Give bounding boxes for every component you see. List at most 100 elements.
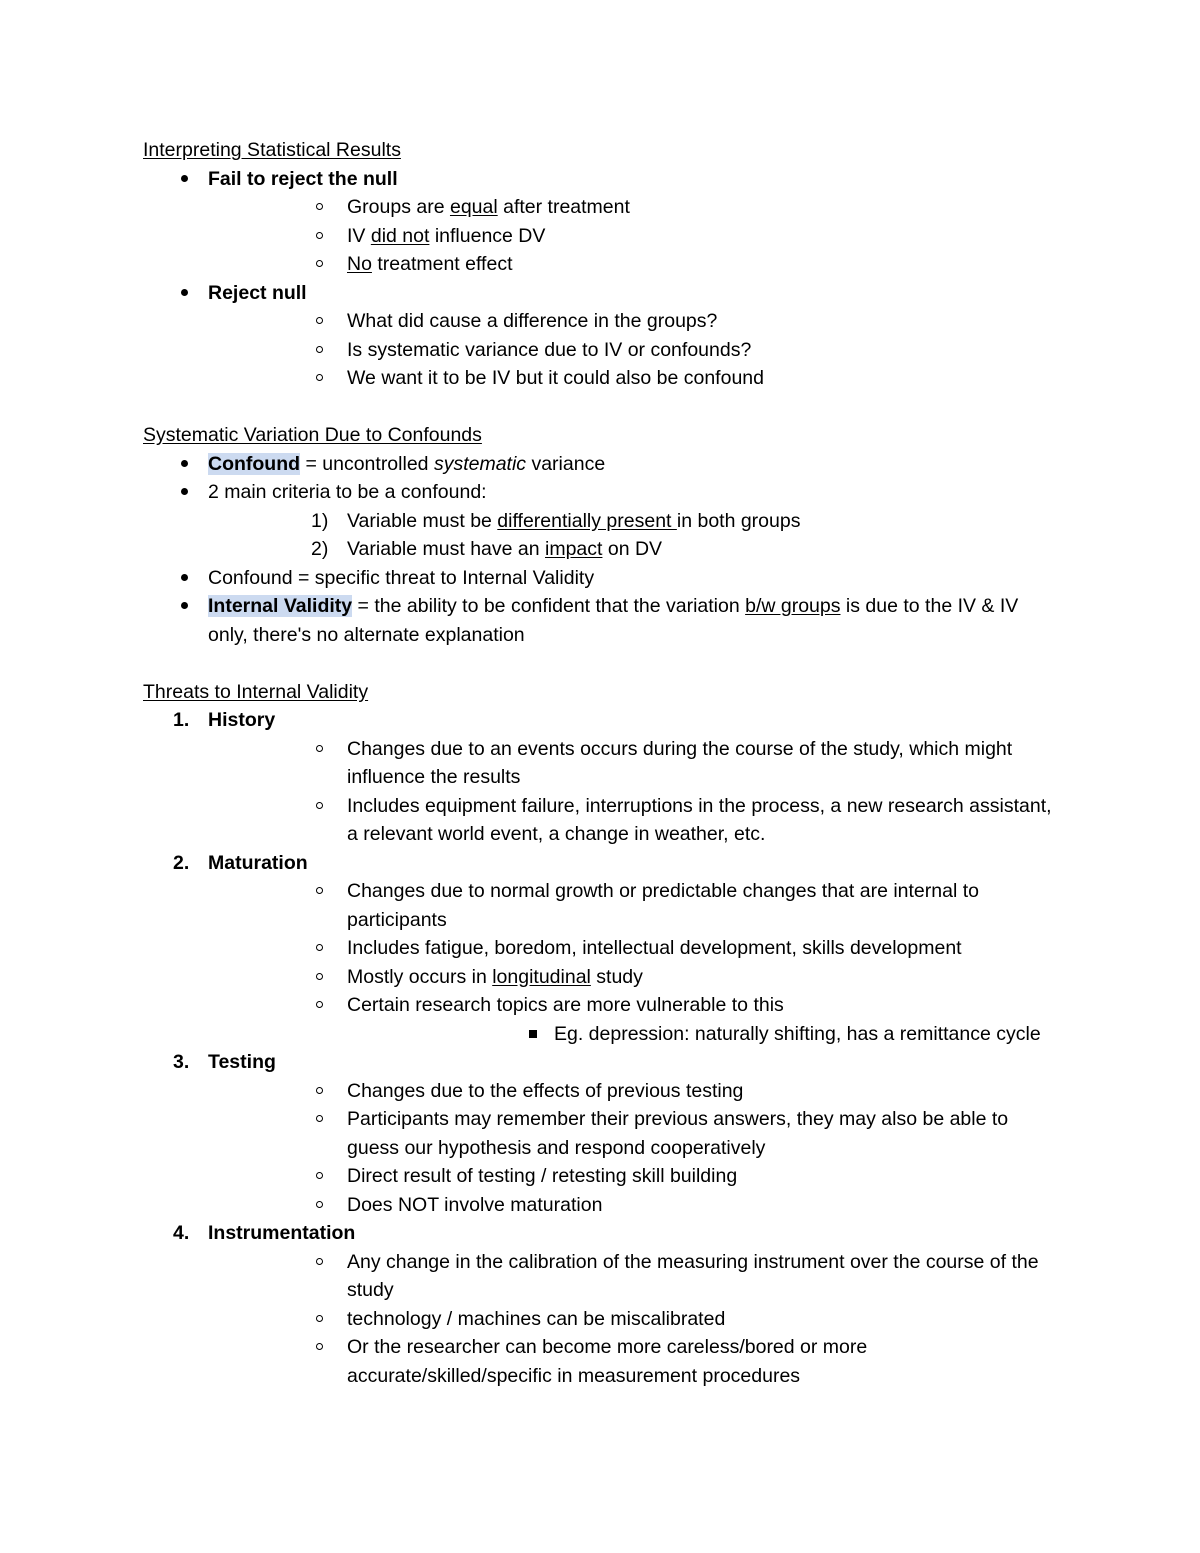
bullet-marker-icon: [181, 165, 195, 194]
circle-bullet-icon: [316, 1305, 332, 1334]
list-number-marker: 1.: [173, 709, 190, 731]
list-item-label: Confound = uncontrolled systematic varia…: [208, 452, 606, 475]
list-item-label: Direct result of testing / retesting ski…: [347, 1165, 738, 1187]
list-item-label: Reject null: [208, 281, 307, 304]
list-item: We want it to be IV but it could also be…: [208, 364, 1060, 393]
list-item: Fail to reject the null Groups are equal…: [143, 165, 1060, 279]
circle-bullet-icon: [316, 1105, 332, 1134]
highlighted-term-internal-validity: Internal Validity: [208, 595, 353, 617]
list-item-label: Includes fatigue, boredom, intellectual …: [347, 937, 962, 959]
list-item-label: Changes due to normal growth or predicta…: [347, 880, 979, 931]
list-item-label: Fail to reject the null: [208, 167, 398, 190]
list-item-label: IV did not influence DV: [347, 224, 546, 247]
list-item: 1) Variable must be differentially prese…: [208, 507, 1060, 536]
list-item: Direct result of testing / retesting ski…: [208, 1162, 1060, 1191]
list-item-label: Participants may remember their previous…: [347, 1108, 1009, 1159]
bullet-marker-icon: [181, 478, 195, 507]
list-item: 2. Maturation Changes due to normal grow…: [143, 849, 1060, 1049]
list-number-marker: 3.: [173, 1051, 190, 1073]
circle-bullet-icon: [316, 934, 332, 963]
bullet-marker-icon: [181, 279, 195, 308]
bullet-marker-icon: [181, 564, 195, 593]
bullet-list-level-3: Eg. depression: naturally shifting, has …: [347, 1020, 1060, 1049]
list-item: Includes fatigue, boredom, intellectual …: [208, 934, 1060, 963]
list-item: Does NOT involve maturation: [208, 1191, 1060, 1220]
bullet-list-level-2: Any change in the calibration of the mea…: [208, 1248, 1060, 1391]
circle-bullet-icon: [316, 364, 332, 393]
list-item: Includes equipment failure, interruption…: [208, 792, 1060, 849]
circle-bullet-icon: [316, 1333, 332, 1362]
bullet-list-level-2: Groups are equal after treatment IV did …: [208, 193, 1060, 279]
list-item: Mostly occurs in longitudinal study: [208, 963, 1060, 992]
list-item-label: Does NOT involve maturation: [347, 1193, 603, 1216]
section-heading: Systematic Variation Due to Confounds: [143, 424, 482, 446]
list-item: Or the researcher can become more carele…: [208, 1333, 1060, 1390]
list-number-marker: 4.: [173, 1222, 190, 1244]
circle-bullet-icon: [316, 1162, 332, 1191]
list-item-label: Or the researcher can become more carele…: [347, 1336, 868, 1387]
list-item: Certain research topics are more vulnera…: [208, 991, 1060, 1048]
list-item-label: Changes due to an events occurs during t…: [347, 737, 1013, 789]
list-item-label: 2 main criteria to be a confound:: [208, 481, 487, 503]
bullet-list-level-2: What did cause a difference in the group…: [208, 307, 1060, 393]
bullet-list-level-1: Fail to reject the null Groups are equal…: [143, 165, 1060, 393]
list-item: technology / machines can be miscalibrat…: [208, 1305, 1060, 1334]
list-item: Internal Validity = the ability to be co…: [143, 592, 1060, 649]
list-item: Changes due to an events occurs during t…: [208, 735, 1060, 792]
bullet-list-level-2: Changes due to an events occurs during t…: [208, 735, 1060, 849]
section-threats-to-internal-validity: Threats to Internal Validity 1. History …: [143, 678, 1060, 1391]
list-item-label: Is systematic variance due to IV or conf…: [347, 338, 752, 361]
list-item: No treatment effect: [208, 250, 1060, 279]
list-number-marker: 1): [311, 509, 329, 532]
list-item: Groups are equal after treatment: [208, 193, 1060, 222]
highlighted-term-confound: Confound: [208, 452, 301, 475]
circle-bullet-icon: [316, 877, 332, 906]
list-item-label: Confound = specific threat to Internal V…: [208, 566, 595, 589]
list-item: IV did not influence DV: [208, 222, 1060, 251]
circle-bullet-icon: [316, 792, 332, 821]
list-number-marker: 2): [311, 538, 329, 560]
bullet-marker-icon: [181, 592, 195, 621]
circle-bullet-icon: [316, 991, 332, 1020]
list-item-label: technology / machines can be miscalibrat…: [347, 1307, 726, 1330]
list-item-label: Groups are equal after treatment: [347, 196, 630, 218]
list-number-marker: 2.: [173, 851, 190, 874]
list-item-label: Includes equipment failure, interruption…: [347, 794, 1052, 846]
list-item-label: Maturation: [208, 851, 308, 874]
section-heading: Threats to Internal Validity: [143, 680, 369, 703]
list-item-label: Eg. depression: naturally shifting, has …: [554, 1022, 1041, 1045]
list-item: Changes due to the effects of previous t…: [208, 1077, 1060, 1106]
numbered-list-level-2: 1) Variable must be differentially prese…: [208, 507, 1060, 564]
bullet-marker-icon: [181, 450, 195, 479]
list-item: Is systematic variance due to IV or conf…: [208, 336, 1060, 365]
list-item-label: Testing: [208, 1051, 276, 1073]
list-item: 2) Variable must have an impact on DV: [208, 535, 1060, 564]
list-item: 2 main criteria to be a confound: 1) Var…: [143, 478, 1060, 564]
list-item: Confound = uncontrolled systematic varia…: [143, 450, 1060, 479]
circle-bullet-icon: [316, 1077, 332, 1106]
section-interpreting-statistical-results: Interpreting Statistical Results Fail to…: [143, 136, 1060, 393]
list-item-label: Changes due to the effects of previous t…: [347, 1079, 744, 1102]
square-bullet-icon: [529, 1020, 543, 1049]
circle-bullet-icon: [316, 307, 332, 336]
list-item: 1. History Changes due to an events occu…: [143, 706, 1060, 849]
list-item: Participants may remember their previous…: [208, 1105, 1060, 1162]
list-item-label: We want it to be IV but it could also be…: [347, 367, 764, 389]
circle-bullet-icon: [316, 963, 332, 992]
numbered-list-level-1: 1. History Changes due to an events occu…: [143, 706, 1060, 1390]
list-item: What did cause a difference in the group…: [208, 307, 1060, 336]
circle-bullet-icon: [316, 250, 332, 279]
list-item-label: Certain research topics are more vulnera…: [347, 994, 784, 1016]
list-item: 4. Instrumentation Any change in the cal…: [143, 1219, 1060, 1390]
circle-bullet-icon: [316, 193, 332, 222]
section-heading: Interpreting Statistical Results: [143, 139, 401, 161]
bullet-list-level-2: Changes due to normal growth or predicta…: [208, 877, 1060, 1048]
list-item-label: Variable must have an impact on DV: [347, 538, 663, 560]
circle-bullet-icon: [316, 1248, 332, 1277]
list-item: Confound = specific threat to Internal V…: [143, 564, 1060, 593]
document-page: Interpreting Statistical Results Fail to…: [0, 0, 1200, 1553]
list-item: 3. Testing Changes due to the effects of…: [143, 1048, 1060, 1219]
list-item: Any change in the calibration of the mea…: [208, 1248, 1060, 1305]
